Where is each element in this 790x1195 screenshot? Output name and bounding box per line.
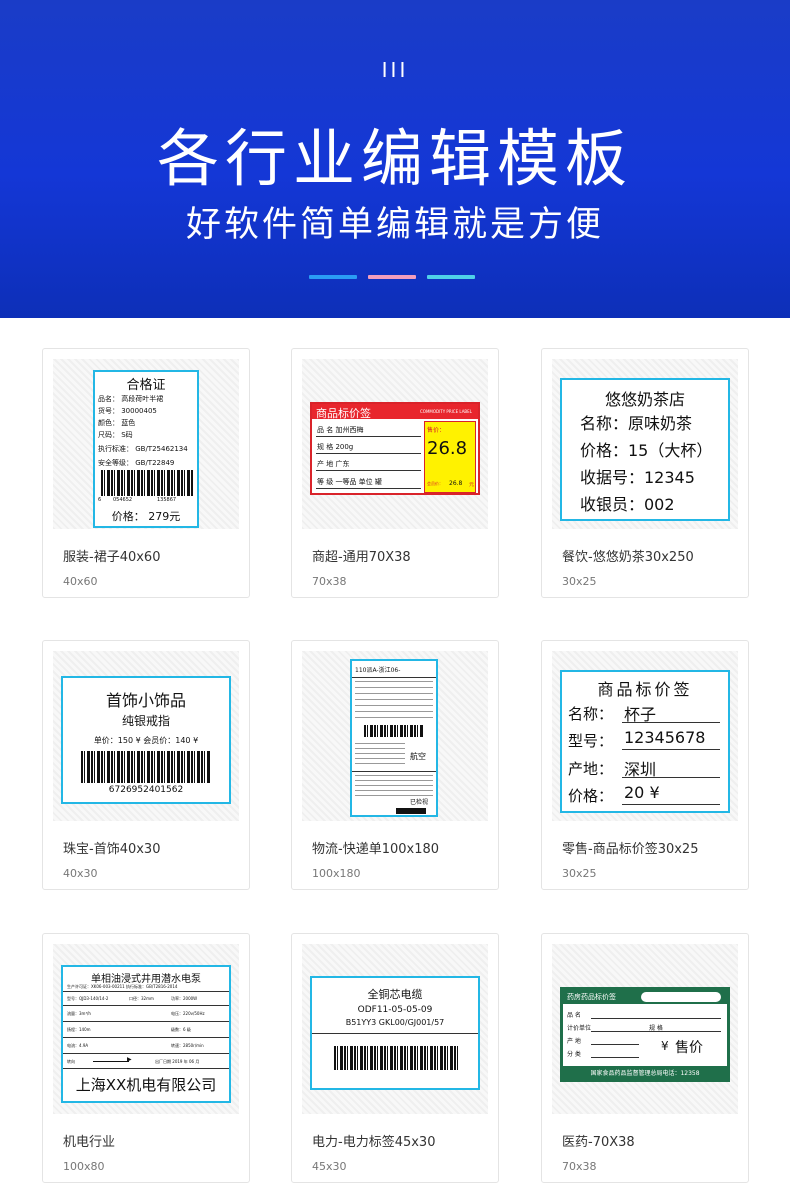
label-preview: 悠悠奶茶店 名称：原味奶茶 价格：15（大杯） 收据号：12345 收银员：00… bbox=[560, 378, 730, 521]
label-preview: 110派A-浙江06- 航空 已检视 bbox=[350, 659, 438, 817]
barcode bbox=[81, 751, 211, 783]
template-thumbnail: 药房药品标价签 品 名 计价单位 规 格 产 地 分 类 ¥ 售价 国家食品药品… bbox=[552, 944, 738, 1114]
template-card-clothing[interactable]: 合格证 品名： 高段荷叶半裙 货号： 30000405 颜色： 蓝色 尺码： S… bbox=[42, 348, 250, 598]
template-card-medicine[interactable]: 药房药品标价签 品 名 计价单位 规 格 产 地 分 类 ¥ 售价 国家食品药品… bbox=[541, 933, 749, 1183]
template-size: 70x38 bbox=[312, 575, 347, 588]
template-card-logistics[interactable]: 110派A-浙江06- 航空 已检视 物流-快递单100x180 100x180 bbox=[291, 640, 499, 890]
bar-pink bbox=[368, 275, 416, 279]
template-size: 100x80 bbox=[63, 1160, 105, 1173]
decorative-bars bbox=[0, 275, 790, 280]
template-name: 珠宝-首饰40x30 bbox=[63, 842, 161, 857]
price-panel: 售价： 26.8 会员价： 26.8 元 bbox=[424, 421, 476, 493]
template-size: 40x60 bbox=[63, 575, 98, 588]
template-name: 零售-商品标价签30x25 bbox=[562, 842, 699, 857]
template-thumbnail: 商品标价签 COMMODITY PRICE LABEL 品 名 加州西梅 规 格… bbox=[302, 359, 488, 529]
bar-blue bbox=[309, 275, 357, 279]
template-name: 商超-通用70X38 bbox=[312, 550, 411, 565]
template-name: 物流-快递单100x180 bbox=[312, 842, 440, 857]
section-number: III bbox=[381, 58, 409, 82]
template-name: 电力-电力标签45x30 bbox=[312, 1135, 436, 1150]
template-thumbnail: 110派A-浙江06- 航空 已检视 bbox=[302, 651, 488, 821]
template-thumbnail: 商品标价签 名称： 杯子 型号： 12345678 产地： 深圳 价格： 20 … bbox=[552, 651, 738, 821]
template-thumbnail: 首饰小饰品 纯银戒指 单价：150 ¥ 会员价：140 ¥ 6726952401… bbox=[53, 651, 239, 821]
template-thumbnail: 全铜芯电缆 ODF11-05-05-09 B51YY3 GKL00/GJ001/… bbox=[302, 944, 488, 1114]
template-card-retail[interactable]: 商品标价签 名称： 杯子 型号： 12345678 产地： 深圳 价格： 20 … bbox=[541, 640, 749, 890]
template-size: 45x30 bbox=[312, 1160, 347, 1173]
template-card-supermarket[interactable]: 商品标价签 COMMODITY PRICE LABEL 品 名 加州西梅 规 格… bbox=[291, 348, 499, 598]
template-size: 40x30 bbox=[63, 867, 98, 880]
bar-cyan bbox=[427, 275, 475, 279]
template-size: 30x25 bbox=[562, 575, 597, 588]
header-banner: III 各行业编辑模板 好软件简单编辑就是方便 bbox=[0, 0, 790, 318]
template-card-catering[interactable]: 悠悠奶茶店 名称：原味奶茶 价格：15（大杯） 收据号：12345 收银员：00… bbox=[541, 348, 749, 598]
arrow-icon bbox=[93, 1061, 129, 1062]
label-preview: 单相油浸式井用潜水电泵 生产许可证：XK06-003-00211 执行标准：GB… bbox=[61, 965, 231, 1103]
template-grid: 合格证 品名： 高段荷叶半裙 货号： 30000405 颜色： 蓝色 尺码： S… bbox=[0, 318, 790, 1195]
template-card-jewelry[interactable]: 首饰小饰品 纯银戒指 单价：150 ¥ 会员价：140 ¥ 6726952401… bbox=[42, 640, 250, 890]
template-name: 医药-70X38 bbox=[562, 1135, 635, 1150]
template-thumbnail: 悠悠奶茶店 名称：原味奶茶 价格：15（大杯） 收据号：12345 收银员：00… bbox=[552, 359, 738, 529]
template-thumbnail: 合格证 品名： 高段荷叶半裙 货号： 30000405 颜色： 蓝色 尺码： S… bbox=[53, 359, 239, 529]
label-preview: 药房药品标价签 品 名 计价单位 规 格 产 地 分 类 ¥ 售价 国家食品药品… bbox=[560, 987, 730, 1082]
barcode bbox=[364, 725, 424, 737]
template-card-power[interactable]: 全铜芯电缆 ODF11-05-05-09 B51YY3 GKL00/GJ001/… bbox=[291, 933, 499, 1183]
template-name: 机电行业 bbox=[63, 1135, 116, 1150]
barcode bbox=[334, 1046, 458, 1070]
template-thumbnail: 单相油浸式井用潜水电泵 生产许可证：XK06-003-00211 执行标准：GB… bbox=[53, 944, 239, 1114]
label-preview: 首饰小饰品 纯银戒指 单价：150 ¥ 会员价：140 ¥ 6726952401… bbox=[61, 676, 231, 804]
page-subtitle: 好软件简单编辑就是方便 bbox=[185, 205, 604, 245]
label-preview: 商品标价签 名称： 杯子 型号： 12345678 产地： 深圳 价格： 20 … bbox=[560, 670, 730, 813]
label-preview: 全铜芯电缆 ODF11-05-05-09 B51YY3 GKL00/GJ001/… bbox=[310, 976, 480, 1090]
page-title: 各行业编辑模板 bbox=[156, 122, 633, 195]
template-size: 30x25 bbox=[562, 867, 597, 880]
template-size: 70x38 bbox=[562, 1160, 597, 1173]
template-name: 服装-裙子40x60 bbox=[63, 550, 161, 565]
template-size: 100x180 bbox=[312, 867, 361, 880]
template-card-electromechanical[interactable]: 单相油浸式井用潜水电泵 生产许可证：XK06-003-00211 执行标准：GB… bbox=[42, 933, 250, 1183]
template-name: 餐饮-悠悠奶茶30x250 bbox=[562, 550, 694, 565]
label-preview: 合格证 品名： 高段荷叶半裙 货号： 30000405 颜色： 蓝色 尺码： S… bbox=[93, 370, 199, 528]
arrow-head: ▶ bbox=[127, 1056, 132, 1063]
barcode bbox=[101, 470, 193, 496]
label-preview: 商品标价签 COMMODITY PRICE LABEL 品 名 加州西梅 规 格… bbox=[310, 402, 480, 495]
